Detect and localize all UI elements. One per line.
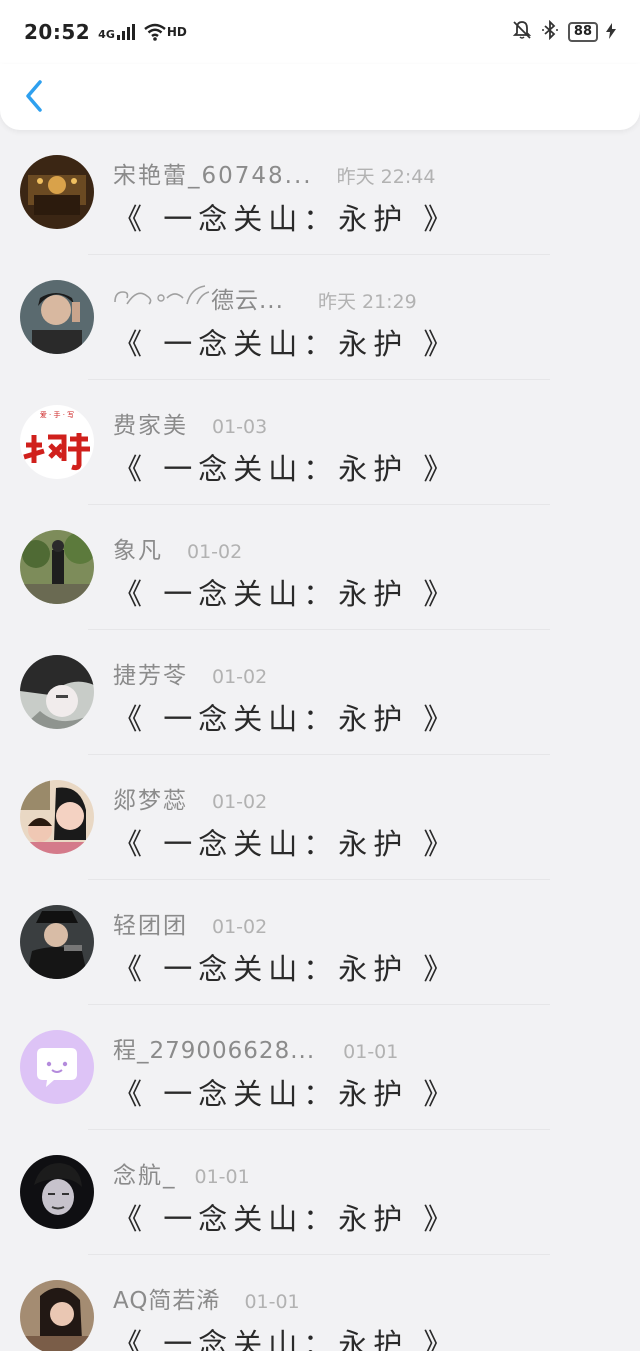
list-item[interactable]: AQ简若浠 01-01 《 一念关山：永护 》 (0, 1255, 640, 1351)
message-time: 01-01 (194, 1166, 250, 1188)
list-item[interactable]: 德云... 昨天 21:29 《 一念关山：永护 》 (0, 255, 640, 380)
avatar[interactable] (20, 155, 94, 229)
message-time: 01-02 (212, 666, 268, 688)
avatar[interactable] (20, 780, 94, 854)
message-preview: 《 一念关山：永护 》 (113, 952, 459, 986)
message-list: 宋艳蕾_60748... 昨天 22:44 《 一念关山：永护 》 德云... … (0, 130, 640, 1351)
message-time: 昨天 22:44 (336, 166, 436, 188)
message-preview: 《 一念关山：永护 》 (113, 1077, 459, 1111)
sender-name: 费家美 (113, 413, 188, 439)
sender-name: 郯梦蕊 (113, 788, 188, 814)
sender-name: 轻团团 (113, 913, 188, 939)
meta-row: 捷芳苓 01-02 (113, 656, 267, 690)
charging-icon (606, 20, 616, 44)
sender-name: 捷芳苓 (113, 663, 188, 689)
meta-row: 宋艳蕾_60748... 昨天 22:44 (113, 156, 435, 190)
meta-row: 程_279006628... 01-01 (113, 1031, 398, 1065)
message-time: 01-02 (212, 791, 268, 813)
list-item[interactable]: 郯梦蕊 01-02 《 一念关山：永护 》 (0, 755, 640, 880)
list-item[interactable]: 轻团团 01-02 《 一念关山：永护 》 (0, 880, 640, 1005)
sender-name: 象凡 (113, 538, 163, 564)
message-time: 01-01 (343, 1041, 399, 1063)
list-item[interactable]: 爱 · 手 · 写 费家美 01-03 《 一念关山：永护 》 (0, 380, 640, 505)
meta-row: 轻团团 01-02 (113, 906, 267, 940)
meta-row: 德云... 昨天 21:29 (113, 281, 417, 315)
avatar[interactable] (20, 655, 94, 729)
message-preview: 《 一念关山：永护 》 (113, 577, 459, 611)
svg-text:爱 · 手 · 写: 爱 · 手 · 写 (40, 410, 74, 419)
message-time: 01-03 (212, 416, 268, 438)
bluetooth-icon (540, 19, 560, 45)
message-preview: 《 一念关山：永护 》 (113, 1202, 459, 1236)
chevron-left-icon (26, 80, 42, 112)
meta-row: 象凡 01-02 (113, 531, 242, 565)
status-right: 88 (512, 19, 616, 45)
wifi-hd-badge: HD (166, 25, 187, 39)
list-item[interactable]: 象凡 01-02 《 一念关山：永护 》 (0, 505, 640, 630)
sender-name: 德云... (211, 288, 284, 314)
list-item[interactable]: 宋艳蕾_60748... 昨天 22:44 《 一念关山：永护 》 (0, 130, 640, 255)
avatar[interactable] (20, 1155, 94, 1229)
list-item[interactable]: 程_279006628... 01-01 《 一念关山：永护 》 (0, 1005, 640, 1130)
list-item[interactable]: 捷芳苓 01-02 《 一念关山：永护 》 (0, 630, 640, 755)
cellular-signal-icon: 4G (98, 24, 135, 40)
avatar[interactable] (20, 1280, 94, 1351)
avatar[interactable] (20, 1030, 94, 1104)
back-button[interactable] (20, 78, 52, 114)
message-time: 01-02 (212, 916, 268, 938)
status-left: 20:52 4G HD (24, 20, 187, 44)
status-bar: 20:52 4G HD 88 (0, 0, 640, 64)
message-preview: 《 一念关山：永护 》 (113, 202, 459, 236)
list-item[interactable]: 念航_ 01-01 《 一念关山：永护 》 (0, 1130, 640, 1255)
avatar[interactable]: 爱 · 手 · 写 (20, 405, 94, 479)
meta-row: AQ简若浠 01-01 (113, 1281, 300, 1315)
message-preview: 《 一念关山：永护 》 (113, 702, 459, 736)
battery-level: 88 (567, 22, 598, 42)
message-time: 01-02 (187, 541, 243, 563)
meta-row: 郯梦蕊 01-02 (113, 781, 267, 815)
decorative-swirl-glyphs (113, 282, 211, 308)
meta-row: 费家美 01-03 (113, 406, 267, 440)
avatar[interactable] (20, 530, 94, 604)
message-preview: 《 一念关山：永护 》 (113, 1327, 459, 1351)
meta-row: 念航_ 01-01 (113, 1156, 250, 1190)
network-type: 4G (98, 28, 115, 41)
message-time: 昨天 21:29 (317, 291, 417, 313)
sender-name: AQ简若浠 (113, 1288, 221, 1314)
top-nav-bar (0, 64, 640, 130)
message-preview: 《 一念关山：永护 》 (113, 452, 459, 486)
sender-name: 念航_ (113, 1163, 177, 1189)
sender-name: 程_279006628... (113, 1038, 316, 1064)
avatar[interactable] (20, 905, 94, 979)
sender-name: 宋艳蕾_60748... (113, 163, 313, 189)
status-time: 20:52 (24, 20, 91, 44)
wifi-icon: HD (143, 23, 187, 41)
message-preview: 《 一念关山：永护 》 (113, 827, 459, 861)
message-time: 01-01 (244, 1291, 300, 1313)
message-preview: 《 一念关山：永护 》 (113, 327, 459, 361)
avatar[interactable] (20, 280, 94, 354)
bell-muted-icon (512, 20, 532, 45)
